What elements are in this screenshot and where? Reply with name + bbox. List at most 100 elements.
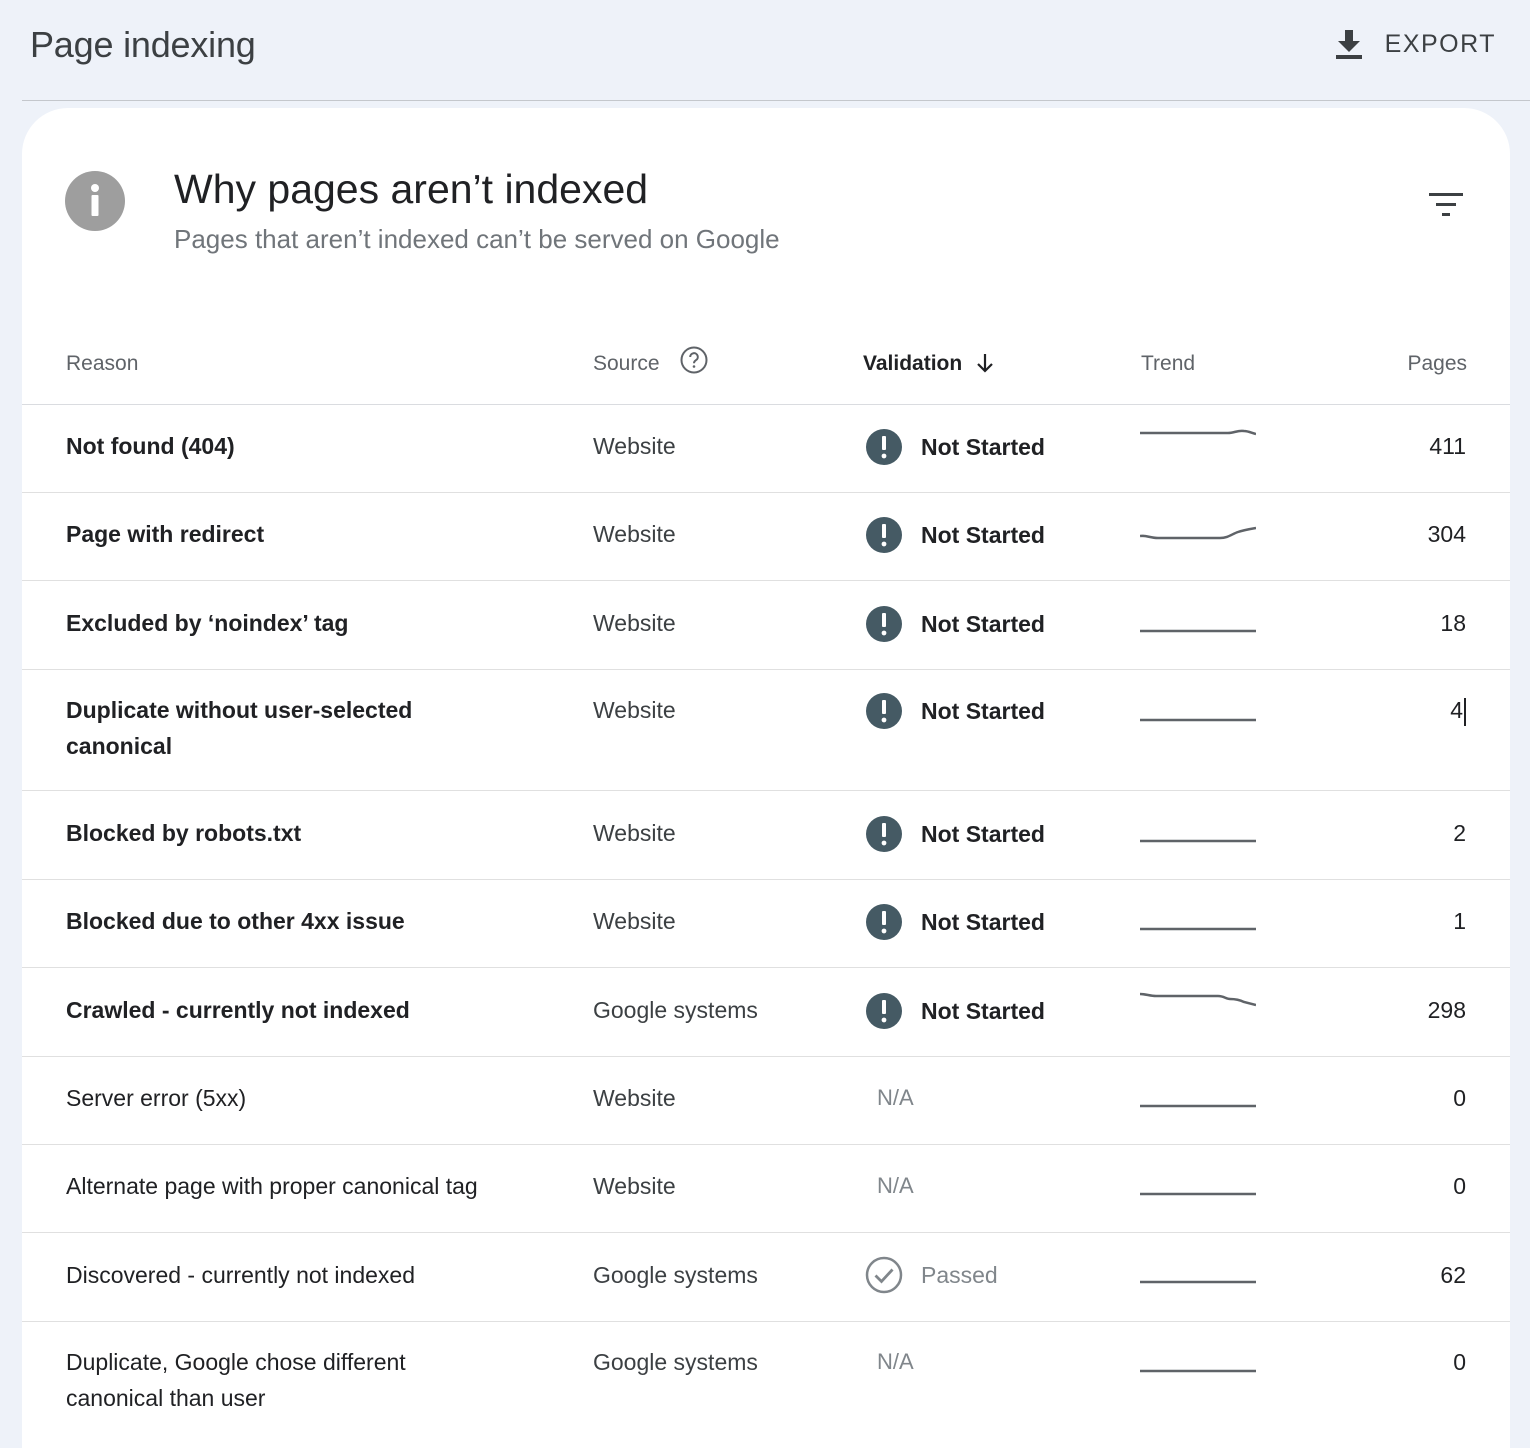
warning-icon (866, 993, 902, 1029)
page-title: Page indexing (30, 24, 256, 65)
row-reason: Duplicate without user-selected canonica… (66, 697, 413, 759)
card-subtitle: Pages that aren’t indexed can’t be serve… (174, 224, 780, 254)
validation-label: Not Started (921, 821, 1045, 847)
table-header: Reason Source Validation Trend Pages (22, 318, 1510, 405)
row-source: Website (593, 820, 676, 846)
row-reason: Page with redirect (66, 521, 265, 547)
row-source: Website (593, 433, 676, 459)
row-source: Google systems (593, 1349, 758, 1375)
filter-icon[interactable] (1428, 190, 1464, 220)
col-trend: Trend (1141, 352, 1196, 375)
trend-sparkline (1140, 992, 1256, 1007)
row-pages: 0 (1453, 1085, 1466, 1111)
warning-icon (866, 606, 902, 642)
row-reason: Not found (404) (66, 433, 235, 459)
row-source: Website (593, 1085, 676, 1111)
row-pages: 2 (1453, 820, 1466, 846)
col-source[interactable]: Source (593, 352, 660, 376)
table-row[interactable]: Crawled - currently not indexed Google s… (22, 968, 1510, 1057)
download-icon (1335, 30, 1362, 59)
validation-label: Not Started (921, 434, 1045, 460)
row-reason: Excluded by ‘noindex’ tag (66, 610, 349, 636)
table-row[interactable]: Blocked by robots.txt Website Not Starte… (22, 791, 1510, 880)
arrow-down-icon[interactable] (975, 352, 995, 374)
trend-sparkline (1140, 629, 1256, 633)
validation-status: Not Started (865, 815, 1045, 853)
top-bar: Page indexing EXPORT (22, 0, 1530, 101)
trend-sparkline (1140, 1104, 1256, 1108)
warning-icon (866, 517, 902, 553)
validation-status: Not Started (865, 692, 1045, 730)
warning-icon (866, 693, 902, 729)
row-pages: 62 (1440, 1262, 1466, 1288)
row-reason: Alternate page with proper canonical tag (66, 1173, 478, 1199)
row-pages: 298 (1427, 997, 1466, 1023)
validation-status: Not Started (865, 903, 1045, 941)
card-title: Why pages aren’t indexed (174, 166, 649, 212)
row-reason: Crawled - currently not indexed (66, 997, 410, 1023)
row-pages: 18 (1440, 610, 1466, 636)
row-reason: Duplicate, Google chose different canoni… (66, 1349, 406, 1411)
col-reason[interactable]: Reason (66, 352, 138, 376)
table-row[interactable]: Blocked due to other 4xx issue Website N… (22, 880, 1510, 968)
trend-sparkline (1140, 526, 1256, 540)
row-pages-cell: 4 (1450, 692, 1466, 728)
trend-sparkline (1140, 718, 1256, 722)
col-validation[interactable]: Validation (863, 352, 962, 376)
trend-sparkline (1140, 429, 1256, 436)
col-pages[interactable]: Pages (1407, 352, 1467, 376)
export-button[interactable]: EXPORT (1335, 22, 1496, 66)
validation-label: Not Started (921, 522, 1045, 548)
trend-sparkline (1140, 927, 1256, 931)
info-icon (65, 171, 125, 231)
help-circle-icon[interactable] (680, 346, 708, 374)
validation-label: N/A (877, 1085, 914, 1110)
validation-label: Not Started (921, 698, 1045, 724)
validation-label: Passed (921, 1262, 998, 1288)
validation-status: Not Started (865, 992, 1045, 1030)
table-row[interactable]: Discovered - currently not indexed Googl… (22, 1233, 1510, 1322)
validation-status: Passed (865, 1256, 998, 1294)
row-pages: 1 (1453, 908, 1466, 934)
warning-icon (866, 904, 902, 940)
table-row[interactable]: Duplicate without user-selected canonica… (22, 670, 1510, 791)
table-row[interactable]: Not found (404) Website Not Started 411 (22, 405, 1510, 493)
not-indexed-card: Why pages aren’t indexed Pages that aren… (22, 108, 1510, 1448)
validation-label: Not Started (921, 909, 1045, 935)
text-cursor (1464, 697, 1466, 726)
trend-sparkline (1140, 1280, 1256, 1284)
row-source: Google systems (593, 997, 758, 1023)
row-pages: 411 (1429, 433, 1466, 459)
row-source: Google systems (593, 1262, 758, 1288)
check-circle-icon (865, 1256, 903, 1294)
table-row[interactable]: Page with redirect Website Not Started 3… (22, 493, 1510, 581)
row-source: Website (593, 1173, 676, 1199)
row-source: Website (593, 697, 676, 723)
trend-sparkline (1140, 1192, 1256, 1196)
table-row[interactable]: Excluded by ‘noindex’ tag Website Not St… (22, 581, 1510, 670)
export-label: EXPORT (1384, 29, 1496, 58)
row-source: Website (593, 908, 676, 934)
validation-label: Not Started (921, 611, 1045, 637)
warning-icon (866, 429, 902, 465)
row-pages: 0 (1453, 1173, 1466, 1199)
row-pages: 304 (1427, 521, 1466, 547)
validation-label: N/A (877, 1173, 914, 1198)
trend-sparkline (1140, 839, 1256, 843)
validation-status: Not Started (865, 428, 1045, 466)
row-reason: Server error (5xx) (66, 1085, 247, 1111)
table-row[interactable]: Alternate page with proper canonical tag… (22, 1145, 1510, 1233)
validation-label: Not Started (921, 998, 1045, 1024)
row-reason: Blocked due to other 4xx issue (66, 908, 405, 934)
row-reason: Discovered - currently not indexed (66, 1262, 415, 1288)
warning-icon (866, 816, 902, 852)
trend-sparkline (1140, 1369, 1256, 1373)
row-source: Website (593, 521, 676, 547)
row-reason: Blocked by robots.txt (66, 820, 302, 846)
table-row[interactable]: Server error (5xx) Website N/A 0 (22, 1057, 1510, 1145)
validation-label: N/A (877, 1349, 914, 1374)
table-row[interactable]: Duplicate, Google chose different canoni… (22, 1322, 1510, 1448)
row-source: Website (593, 610, 676, 636)
validation-status: Not Started (865, 516, 1045, 554)
validation-status: Not Started (865, 605, 1045, 643)
